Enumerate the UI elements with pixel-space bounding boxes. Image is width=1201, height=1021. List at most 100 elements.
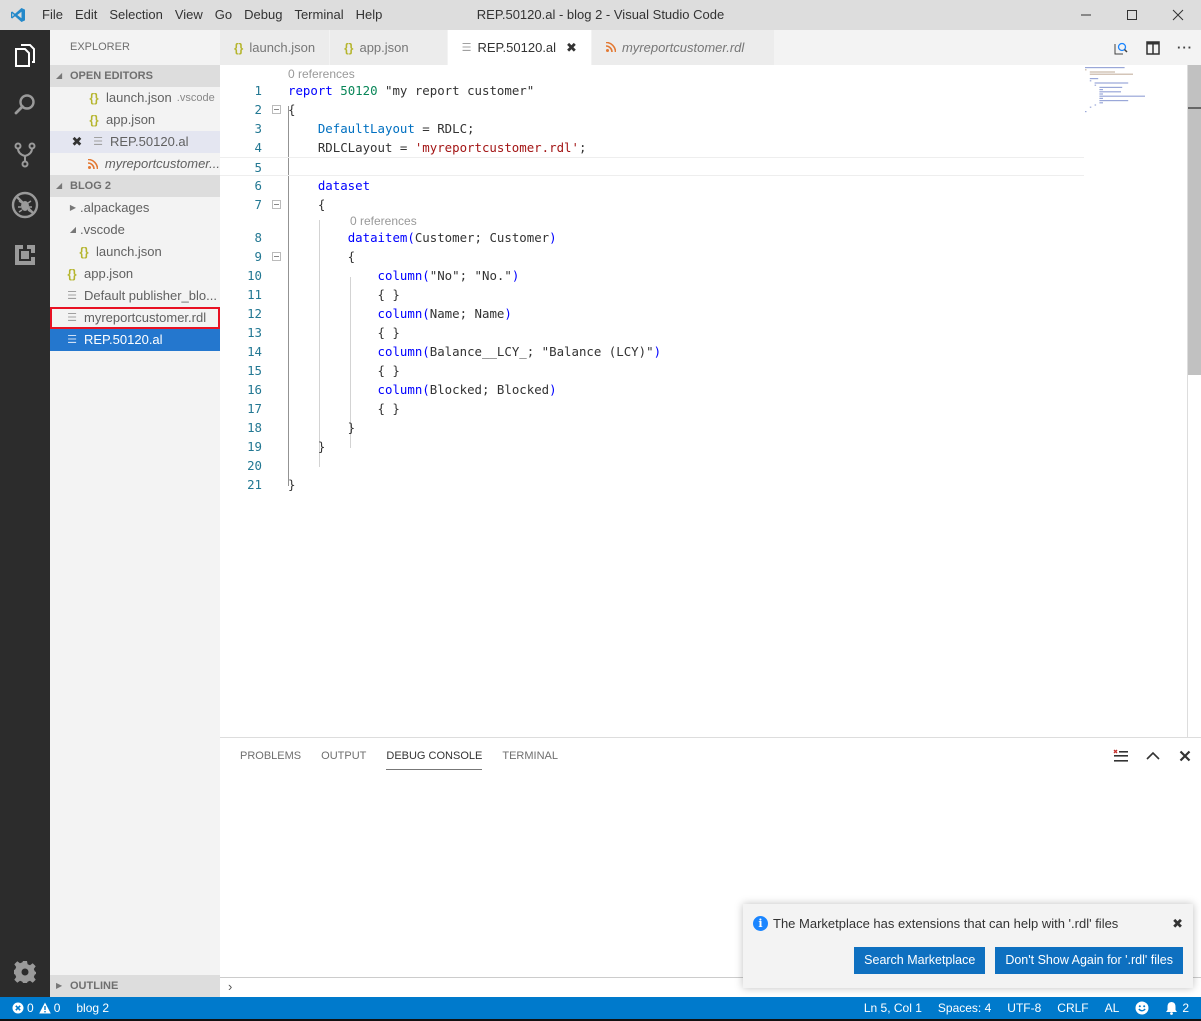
open-editor-label: myreportcustomer... (104, 156, 220, 171)
panel-tab-terminal[interactable]: TERMINAL (492, 738, 568, 774)
language-mode[interactable]: AL (1097, 997, 1128, 1019)
search-marketplace-button[interactable]: Search Marketplace (854, 947, 986, 974)
tree-item-highlighted[interactable]: ☰ myreportcustomer.rdl (50, 307, 220, 329)
activity-source-control[interactable] (0, 130, 50, 180)
panel-tab-debug-console[interactable]: DEBUG CONSOLE (376, 738, 492, 774)
chevron-down-icon: ◢ (69, 225, 77, 234)
code-editor[interactable]: 0 references 1 report 50120 "my report cu… (220, 65, 1201, 737)
code-line: 11 { } (247, 287, 400, 302)
split-editor-icon (1146, 40, 1160, 55)
minimap[interactable] (1083, 65, 1183, 125)
close-tab-icon[interactable]: ✖ (566, 40, 577, 56)
notification-text: The Marketplace has extensions that can … (773, 916, 1119, 931)
code-line: 2{ (254, 102, 296, 117)
panel-tab-problems[interactable]: PROBLEMS (240, 738, 311, 774)
close-panel-button[interactable] (1169, 738, 1201, 774)
open-editor-label: app.json (106, 112, 156, 127)
menu-go[interactable]: Go (209, 0, 238, 30)
open-editor-item[interactable]: myreportcustomer... (50, 153, 220, 175)
code-line: 19 } (247, 439, 326, 454)
rss-icon (86, 159, 101, 169)
code-line: 12 column(Name; Name) (247, 306, 512, 321)
scrollbar-cursor-marker (1188, 107, 1201, 109)
menu-file[interactable]: File (36, 0, 69, 30)
fold-icon[interactable] (272, 105, 281, 114)
menu-help[interactable]: Help (350, 0, 389, 30)
panel-actions (1105, 738, 1201, 774)
tab-label: app.json (359, 40, 409, 55)
error-icon (12, 1002, 24, 1014)
code-line: 3 DefaultLayout = RDLC; (254, 121, 475, 136)
tree-item[interactable]: {} app.json (50, 263, 220, 285)
editor-vertical-scrollbar[interactable] (1187, 65, 1201, 737)
end-of-line[interactable]: CRLF (1049, 997, 1096, 1019)
open-editor-item[interactable]: {} launch.json .vscode (50, 87, 220, 109)
tree-item[interactable]: ☰ Default publisher_blo... (50, 285, 220, 307)
minimap-line (1089, 106, 1092, 108)
workspace-folder[interactable]: blog 2 (68, 997, 117, 1019)
rss-icon (605, 40, 617, 55)
encoding[interactable]: UTF-8 (999, 997, 1049, 1019)
tree-item[interactable]: {} launch.json (50, 241, 220, 263)
minimap-line (1089, 78, 1099, 80)
fold-icon[interactable] (272, 200, 281, 209)
tab-rep-50120-al[interactable]: ☰ REP.50120.al ✖ (447, 30, 592, 65)
scrollbar-thumb[interactable] (1188, 65, 1201, 375)
activity-extensions[interactable] (0, 230, 50, 280)
activity-debug[interactable] (0, 180, 50, 230)
minimap-line (1089, 71, 1115, 73)
problems-status[interactable]: 0 0 (12, 997, 68, 1019)
close-window-button[interactable] (1155, 0, 1201, 30)
outline-header[interactable]: ▶ OUTLINE (50, 975, 220, 997)
menu-edit[interactable]: Edit (69, 0, 103, 30)
folder-header[interactable]: ◢ BLOG 2 (50, 175, 220, 197)
tree-folder-vscode[interactable]: ◢ .vscode (50, 219, 220, 241)
code-line: 6 dataset (254, 178, 371, 193)
tree-folder-alpackages[interactable]: ▶ .alpackages (50, 197, 220, 219)
activity-manage[interactable] (0, 947, 50, 997)
minimap-line (1099, 95, 1145, 97)
tab-myreportcustomer-rdl[interactable]: myreportcustomer.rdl (591, 30, 776, 65)
json-icon: {} (89, 113, 99, 127)
menu-selection[interactable]: Selection (103, 0, 168, 30)
open-editor-item[interactable]: {} app.json (50, 109, 220, 131)
minimize-button[interactable] (1063, 0, 1109, 30)
fold-icon[interactable] (272, 252, 281, 261)
activity-explorer[interactable] (0, 30, 50, 80)
close-notification-icon[interactable]: ✖ (1172, 916, 1183, 932)
outline-section: ▶ OUTLINE (50, 975, 220, 997)
code-line: 7 { (254, 197, 326, 212)
cursor-position[interactable]: Ln 5, Col 1 (856, 997, 930, 1019)
outline-label: OUTLINE (70, 980, 119, 992)
clear-console-button[interactable] (1105, 738, 1137, 774)
open-editor-item-active[interactable]: ✖ ☰ REP.50120.al (50, 131, 220, 153)
tree-item-selected[interactable]: ☰ REP.50120.al (50, 329, 220, 351)
panel-tab-output[interactable]: OUTPUT (311, 738, 376, 774)
tree-item-label: launch.json (96, 244, 162, 259)
maximize-button[interactable] (1109, 0, 1155, 30)
minimap-line (1089, 73, 1133, 75)
indentation[interactable]: Spaces: 4 (930, 997, 999, 1019)
more-actions-button[interactable]: ··· (1169, 30, 1201, 65)
menu-view[interactable]: View (169, 0, 209, 30)
tab-launch-json[interactable]: {} launch.json (220, 30, 331, 65)
feedback-button[interactable] (1127, 1001, 1157, 1015)
menu-terminal[interactable]: Terminal (288, 0, 349, 30)
maximize-panel-button[interactable] (1137, 738, 1169, 774)
code-line: 14 column(Balance__LCY_; "Balance (LCY)"… (247, 344, 662, 359)
code-line: 18 } (247, 420, 356, 435)
close-editor-icon[interactable]: ✖ (68, 131, 86, 153)
code-line: 10 column("No"; "No.") (247, 268, 520, 283)
open-editor-desc: .vscode (176, 92, 215, 104)
menu-debug[interactable]: Debug (238, 0, 288, 30)
split-editor-button[interactable] (1137, 30, 1169, 65)
tab-app-json[interactable]: {} app.json (330, 30, 448, 65)
tree-item-label: myreportcustomer.rdl (84, 310, 207, 325)
codelens[interactable]: 0 references (220, 67, 1084, 81)
codelens[interactable]: 0 references (220, 214, 1084, 228)
open-editors-header[interactable]: ◢ OPEN EDITORS (50, 65, 220, 87)
dont-show-again-button[interactable]: Don't Show Again for '.rdl' files (995, 947, 1183, 974)
activity-search[interactable] (0, 80, 50, 130)
notifications-button[interactable]: 2 (1157, 997, 1189, 1019)
open-preview-button[interactable] (1105, 30, 1137, 65)
